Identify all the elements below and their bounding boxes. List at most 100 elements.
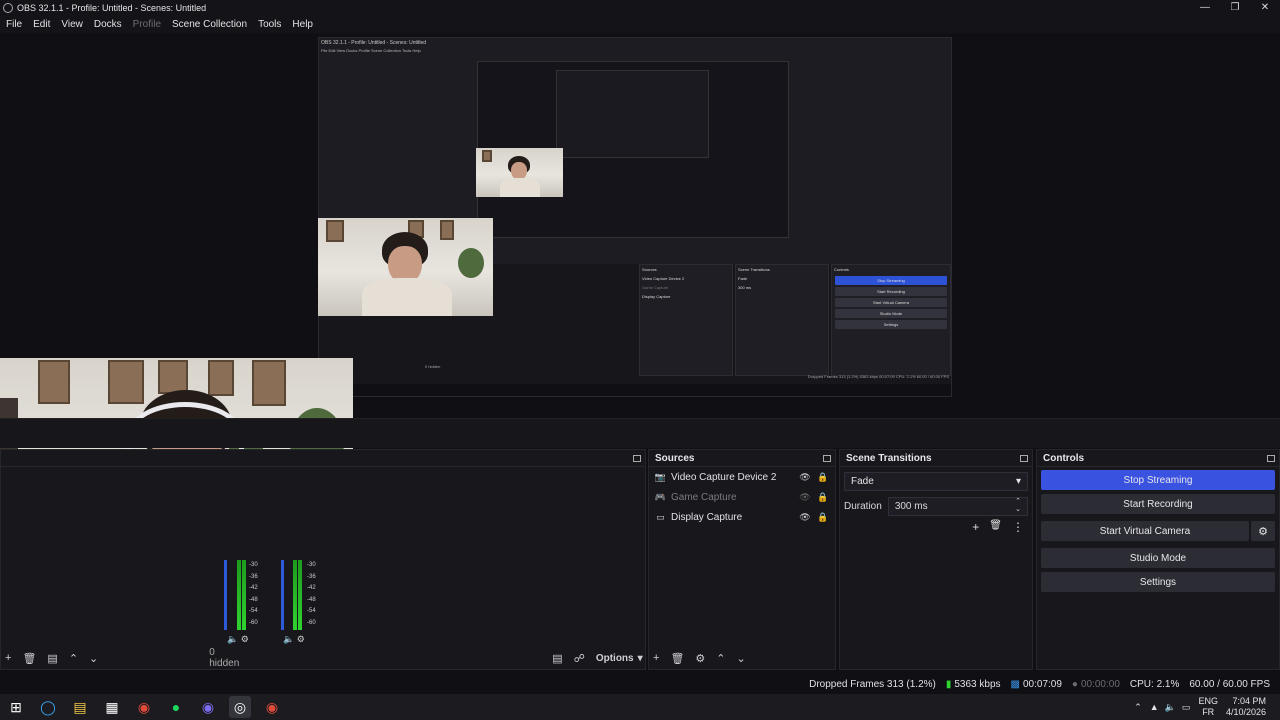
menu-help[interactable]: Help (292, 19, 313, 30)
fps: 60.00 / 60.00 FPS (1189, 678, 1270, 690)
display-capture-preview[interactable]: OBS 32.1.1 - Profile: Untitled - Scenes:… (318, 37, 952, 397)
duration-row: Duration 300 ms ⌃ ⌄ (844, 496, 1028, 516)
mini-taskbar (319, 384, 951, 396)
mini-controls-title: Controls (834, 267, 849, 272)
chrome-profile-icon[interactable]: ◉ (261, 696, 283, 718)
grid-icon[interactable]: ▤ (552, 652, 562, 665)
wifi-icon[interactable]: ▲ (1150, 702, 1159, 712)
hidden-count: 0 hidden (209, 647, 240, 669)
stream-time: 00:07:09 (1022, 678, 1062, 690)
remove-scene-icon[interactable]: 🗑 (22, 652, 36, 665)
transition-select[interactable]: Fade ▾ (844, 472, 1028, 491)
mini-transitions-title: Scene Transitions (738, 267, 770, 272)
bitrate: 5363 kbps (954, 678, 1001, 690)
battery-icon[interactable]: ▭ (1182, 702, 1191, 713)
source-item[interactable]: 🎮 Game Capture 👁 🔒 (649, 487, 835, 507)
menu-file[interactable]: File (6, 19, 22, 30)
remove-transition-icon[interactable]: 🗑 (989, 520, 1002, 534)
start-virtual-camera-button[interactable]: Start Virtual Camera (1041, 521, 1249, 541)
chevron-down-icon: ▾ (1015, 476, 1021, 487)
mini-source-2: Game Capture (642, 285, 669, 290)
stop-streaming-button[interactable]: Stop Streaming (1041, 470, 1275, 490)
mini-window-title: OBS 32.1.1 - Profile: Untitled - Scenes:… (321, 40, 427, 46)
settings-button[interactable]: Settings (1041, 572, 1275, 592)
source-label: Video Capture Device 2 (671, 471, 777, 483)
menu-docks[interactable]: Docks (94, 19, 122, 30)
mini-stop-streaming: Stop Streaming (835, 276, 947, 285)
eye-hidden-icon[interactable]: 👁 (799, 492, 811, 503)
source-settings-icon[interactable]: ⚙ (695, 652, 705, 665)
mini-status-bar: Dropped Frames 313 (1.2%) 5363 kbps 00:0… (807, 374, 949, 379)
spotify-icon[interactable]: ● (165, 696, 187, 718)
minimize-button[interactable]: — (1190, 0, 1220, 15)
close-button[interactable]: ✕ (1250, 0, 1280, 15)
menu-view[interactable]: View (61, 19, 83, 30)
language-indicator[interactable]: ENG FR (1198, 696, 1218, 718)
restore-button[interactable]: ❐ (1220, 0, 1250, 15)
add-scene-icon[interactable]: + (5, 652, 11, 664)
gear-icon[interactable]: ⚙ (1251, 521, 1275, 541)
duration-input[interactable]: 300 ms ⌃ ⌄ (887, 496, 1028, 516)
duration-label: Duration (844, 500, 882, 512)
discord-icon[interactable]: ◉ (197, 696, 219, 718)
calendar-icon[interactable]: ▦ (101, 696, 123, 718)
obs-taskbar-icon[interactable]: ◎ (229, 696, 251, 718)
monitor-icon: ▭ (656, 511, 665, 522)
mini-start-virtual-camera: Start Virtual Camera (835, 298, 947, 307)
nested-preview-2 (556, 70, 709, 158)
menu-tools[interactable]: Tools (258, 19, 281, 30)
scene-up-icon[interactable]: ⌃ (69, 652, 78, 665)
mini-source-3: Display Capture (642, 294, 671, 299)
scenes-dock-header (1, 450, 645, 467)
mini-source-1: Video Capture Device 2 (642, 276, 685, 281)
studio-mode-button[interactable]: Studio Mode (1041, 548, 1275, 568)
camera-icon: 📷 (654, 471, 667, 482)
mute-icon-1[interactable]: 🔈 ⚙ (227, 634, 249, 645)
mute-icon-2[interactable]: 🔈 ⚙ (283, 634, 305, 645)
menu-edit[interactable]: Edit (33, 19, 50, 30)
source-item[interactable]: ▭ Display Capture 👁 🔒 (649, 507, 835, 527)
chevron-up-icon[interactable]: ⌃ (1134, 702, 1142, 713)
signal-icon: ▮ (945, 678, 952, 690)
eye-icon[interactable]: 👁 (799, 512, 811, 523)
popout-icon[interactable] (823, 454, 831, 462)
lock-icon[interactable]: 🔒 (817, 492, 829, 503)
mini-sources-title: Sources (642, 267, 657, 272)
lock-icon[interactable]: 🔒 (817, 472, 829, 483)
sources-footer: + 🗑 ⚙ ⌃ ⌄ (649, 647, 835, 669)
source-down-icon[interactable]: ⌄ (737, 652, 746, 665)
popout-icon[interactable] (633, 454, 641, 462)
edge-icon[interactable]: ◯ (37, 696, 59, 718)
add-source-icon[interactable]: + (653, 652, 659, 664)
remove-source-icon[interactable]: 🗑 (670, 652, 684, 665)
scene-down-icon[interactable]: ⌄ (89, 652, 98, 665)
volume-icon[interactable]: 🔈 (1165, 702, 1176, 713)
options-button[interactable]: Options ▾ (596, 653, 643, 664)
taskbar: ⊞ ◯ ▤ ▦ ◉ ● ◉ ◎ ◉ ⌃ ▲ 🔈 ▭ ENG FR 7:04 PM 4… (0, 694, 1280, 720)
spinner-icon[interactable]: ⌃ ⌄ (1015, 498, 1021, 514)
menu-scene-collection[interactable]: Scene Collection (172, 19, 247, 30)
mini-settings: Settings (835, 320, 947, 329)
link-icon[interactable]: ☍ (574, 652, 585, 665)
audio-mixer: -30 -36 -42 -48 -54 -60 -30 -36 -42 -48 -54 -60 🔈 … (221, 560, 341, 644)
mini-start-recording: Start Recording (835, 287, 947, 296)
add-transition-icon[interactable]: + (972, 520, 979, 534)
start-recording-button[interactable]: Start Recording (1041, 494, 1275, 514)
nested-camera-small (476, 148, 563, 197)
eye-icon[interactable]: 👁 (799, 472, 811, 483)
source-up-icon[interactable]: ⌃ (716, 652, 725, 665)
title-bar: OBS 32.1.1 - Profile: Untitled - Scenes:… (0, 0, 1280, 15)
chrome-icon[interactable]: ◉ (133, 696, 155, 718)
file-explorer-icon[interactable]: ▤ (69, 696, 91, 718)
status-bar: Dropped Frames 313 (1.2%) ▮ 5363 kbps ▩ … (0, 673, 1280, 695)
popout-icon[interactable] (1020, 454, 1028, 462)
windows-start-icon[interactable]: ⊞ (5, 696, 27, 718)
clock[interactable]: 7:04 PM 4/10/2026 (1226, 696, 1266, 718)
popout-icon[interactable] (1267, 454, 1275, 462)
more-icon[interactable]: ⋮ (1012, 520, 1024, 534)
lock-icon[interactable]: 🔒 (817, 512, 829, 523)
scene-filter-icon[interactable]: ▤ (47, 652, 57, 665)
gamepad-icon: 🎮 (654, 491, 667, 502)
source-item[interactable]: 📷 Video Capture Device 2 👁 🔒 (649, 467, 835, 487)
menu-profile[interactable]: Profile (133, 19, 161, 30)
